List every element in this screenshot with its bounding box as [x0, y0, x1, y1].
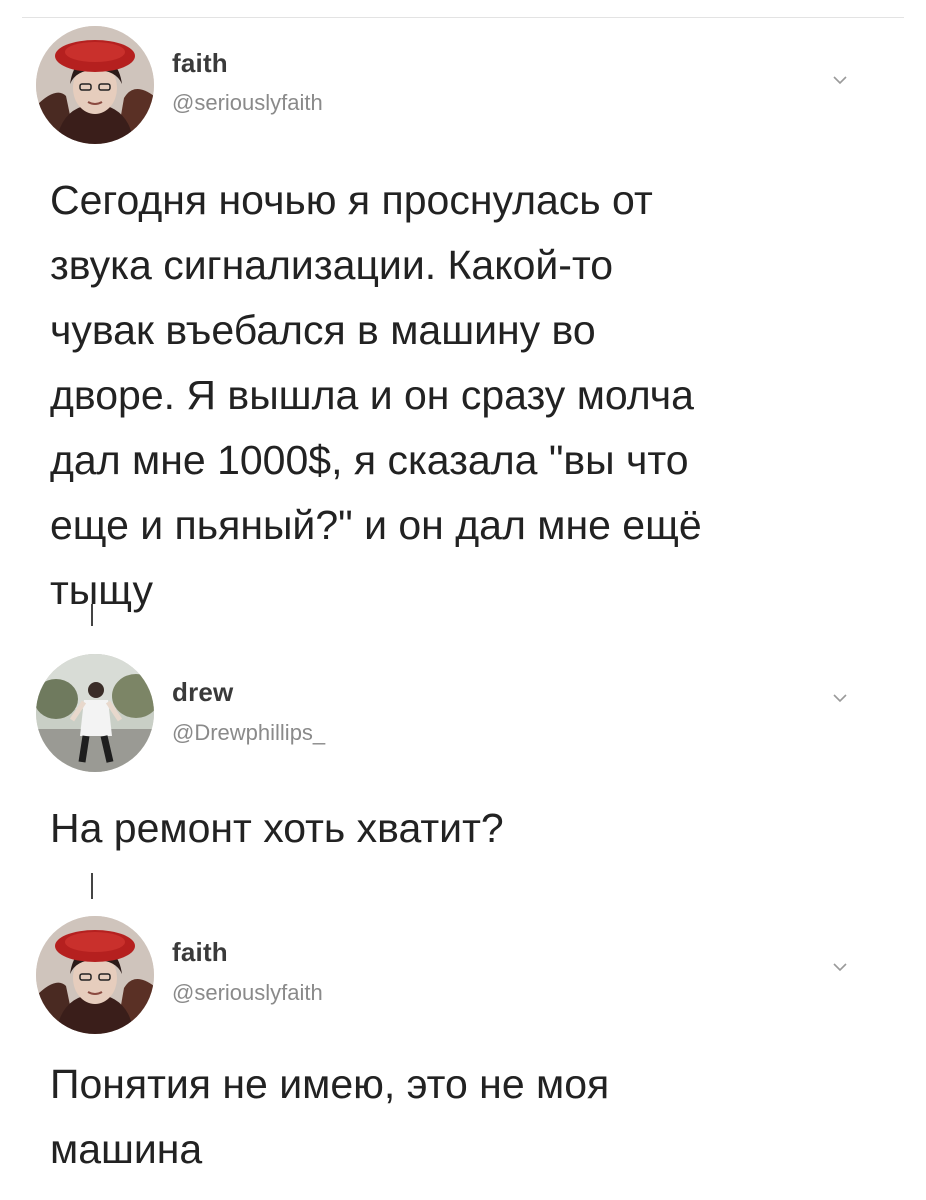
- chevron-down-icon[interactable]: [832, 692, 848, 704]
- user-name[interactable]: drew: [172, 677, 233, 708]
- thread-connector: [91, 604, 93, 626]
- avatar[interactable]: [36, 26, 154, 144]
- user-handle[interactable]: @seriouslyfaith: [172, 90, 323, 116]
- tweet-text: Сегодня ночью я проснулась от звука сигн…: [50, 177, 702, 613]
- user-handle[interactable]: @Drewphillips_: [172, 720, 325, 746]
- user-name[interactable]: faith: [172, 937, 228, 968]
- avatar-red-beret-photo-icon: [36, 26, 154, 144]
- avatar[interactable]: [36, 654, 154, 772]
- avatar-red-beret-photo-icon: [36, 916, 154, 1034]
- avatar[interactable]: [36, 916, 154, 1034]
- chevron-down-icon[interactable]: [832, 74, 848, 86]
- avatar-person-outdoors-photo-icon: [36, 654, 154, 772]
- user-name[interactable]: faith: [172, 48, 228, 79]
- tweet-text: Понятия не имею, это не моя машина: [50, 1061, 610, 1172]
- chevron-down-icon[interactable]: [832, 961, 848, 973]
- tweet-text: На ремонт хоть хватит?: [50, 805, 504, 851]
- top-divider: [22, 17, 904, 18]
- user-handle[interactable]: @seriouslyfaith: [172, 980, 323, 1006]
- thread-connector: [91, 873, 93, 899]
